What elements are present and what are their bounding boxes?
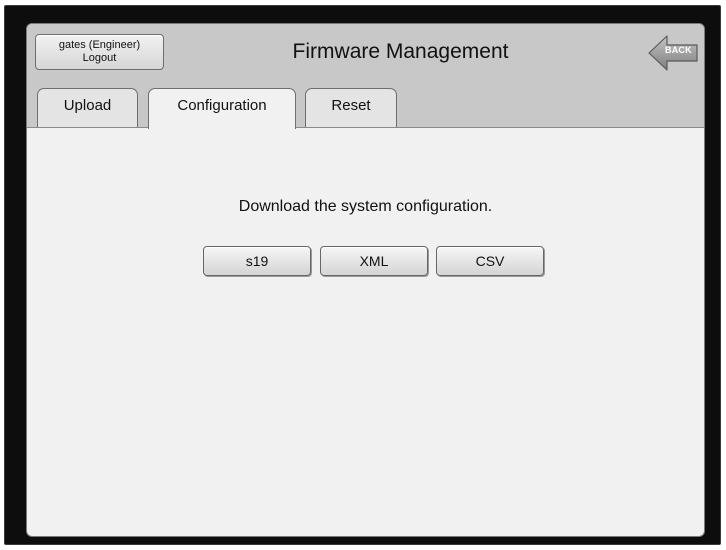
- tab-configuration[interactable]: Configuration: [148, 88, 296, 129]
- firmware-panel: gates (Engineer) Logout Firmware Managem…: [26, 23, 705, 537]
- tab-bar: Upload Configuration Reset: [27, 24, 704, 129]
- tab-reset[interactable]: Reset: [305, 88, 397, 127]
- configuration-content: Download the system configuration. s19 X…: [27, 128, 704, 536]
- download-xml-button[interactable]: XML: [320, 246, 428, 276]
- download-message: Download the system configuration.: [238, 198, 493, 215]
- download-csv-button[interactable]: CSV: [436, 246, 544, 276]
- tab-upload[interactable]: Upload: [37, 88, 138, 127]
- download-s19-button[interactable]: s19: [203, 246, 311, 276]
- window-frame: gates (Engineer) Logout Firmware Managem…: [4, 5, 721, 545]
